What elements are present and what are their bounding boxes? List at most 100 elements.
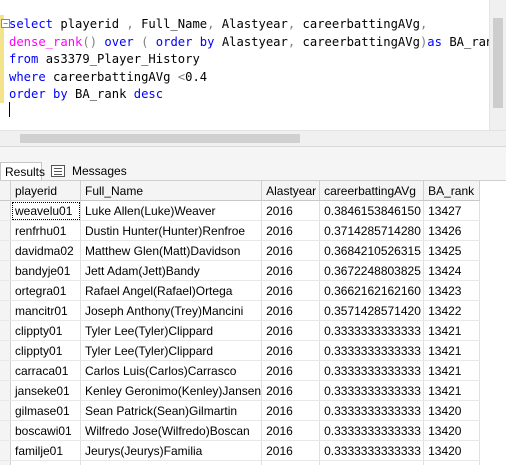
table-cell[interactable]: 13421 (424, 321, 480, 341)
table-cell[interactable]: weavelu01 (11, 201, 81, 221)
row-header[interactable] (0, 401, 11, 421)
table-row[interactable]: clippty01Tyler Lee(Tyler)Clippard20160.3… (0, 341, 480, 361)
code-line[interactable]: order by BA_rank desc (9, 86, 501, 104)
table-cell[interactable]: 2016 (262, 321, 320, 341)
table-cell[interactable]: Rafael Angel(Rafael)Ortega (81, 281, 262, 301)
table-cell[interactable]: Tyler Lee(Tyler)Clippard (81, 341, 262, 361)
table-cell[interactable]: 0.3333333333333 (320, 381, 424, 401)
table-cell[interactable]: bandyje01 (11, 261, 81, 281)
table-cell[interactable]: 13425 (424, 241, 480, 261)
table-cell[interactable]: clippty01 (11, 321, 81, 341)
table-cell[interactable]: Jeurys(Jeurys)Familia (81, 441, 262, 461)
table-cell[interactable]: davidma02 (11, 241, 81, 261)
table-cell[interactable]: 13420 (424, 421, 480, 441)
row-header[interactable] (0, 461, 11, 465)
table-row[interactable]: davidma02Matthew Glen(Matt)Davidson20160… (0, 241, 480, 261)
table-cell[interactable]: gilmase01 (11, 401, 81, 421)
table-cell[interactable]: Kenley Geronimo(Kenley)Jansen (81, 381, 262, 401)
table-cell[interactable]: 2016 (262, 341, 320, 361)
code-line[interactable]: dense_rank() over ( order by Alastyear, … (9, 34, 501, 52)
table-row[interactable]: gilmase01Sean Patrick(Sean)Gilmartin2016… (0, 401, 480, 421)
table-cell[interactable]: 2016 (262, 221, 320, 241)
table-cell[interactable]: renfrhu01 (11, 221, 81, 241)
grid-corner[interactable] (0, 181, 11, 201)
table-cell[interactable]: Matthew Glen(Matt)Davidson (81, 241, 262, 261)
table-cell[interactable]: 13421 (424, 341, 480, 361)
table-cell[interactable]: 2016 (262, 421, 320, 441)
table-row[interactable]: ortegra01Rafael Angel(Rafael)Ortega20160… (0, 281, 480, 301)
row-header[interactable] (0, 421, 11, 441)
table-cell[interactable]: 2016 (262, 301, 320, 321)
column-header[interactable]: BA_rank (424, 181, 480, 201)
table-cell[interactable]: 0.3333333333333 (320, 441, 424, 461)
table-cell[interactable]: 13423 (424, 281, 480, 301)
table-cell[interactable]: 0.3571428571420 (320, 301, 424, 321)
row-header[interactable] (0, 301, 11, 321)
table-cell[interactable]: ortegra01 (11, 281, 81, 301)
code-line[interactable]: select playerid , Full_Name, Alastyear, … (9, 16, 501, 34)
table-cell[interactable]: clippty01 (11, 341, 81, 361)
table-cell[interactable]: 13421 (424, 381, 480, 401)
column-header[interactable]: Alastyear (262, 181, 320, 201)
table-cell[interactable]: Sean Patrick(Sean)Gilmartin (81, 401, 262, 421)
table-cell[interactable]: 2016 (262, 281, 320, 301)
table-cell[interactable]: Luke Allen(Luke)Weaver (81, 201, 262, 221)
table-cell[interactable]: 2016 (262, 461, 320, 465)
table-cell[interactable]: Jett Adam(Jett)Bandy (81, 261, 262, 281)
table-cell[interactable]: Dustin Hunter(Hunter)Renfroe (81, 221, 262, 241)
table-cell[interactable]: boscawi01 (11, 421, 81, 441)
row-header[interactable] (0, 281, 11, 301)
sql-code[interactable]: select playerid , Full_Name, Alastyear, … (9, 16, 501, 104)
row-header[interactable] (0, 241, 11, 261)
table-row[interactable]: mancitr01Joseph Anthony(Trey)Mancini2016… (0, 301, 480, 321)
table-cell[interactable]: 0.3662162162160 (320, 281, 424, 301)
table-cell[interactable]: 0.3333333333333 (320, 361, 424, 381)
table-cell[interactable]: 2016 (262, 201, 320, 221)
table-cell[interactable]: mancitr01 (11, 301, 81, 321)
table-cell[interactable]: Tyler Lee(Tyler)Clippard (81, 321, 262, 341)
row-header[interactable] (0, 321, 11, 341)
tab-messages[interactable]: Messages (46, 162, 124, 181)
table-cell[interactable]: 13422 (424, 301, 480, 321)
table-cell[interactable]: 0.3333333333333 (320, 401, 424, 421)
results-grid[interactable]: playeridFull_NameAlastyearcareerbattingA… (0, 180, 506, 465)
table-row[interactable]: weavelu01Luke Allen(Luke)Weaver20160.384… (0, 201, 480, 221)
row-header[interactable] (0, 221, 11, 241)
column-header[interactable]: Full_Name (81, 181, 262, 201)
table-row[interactable]: carraca01Carlos Luis(Carlos)Carrasco2016… (0, 361, 480, 381)
table-cell[interactable]: 0.3333333333333 (320, 461, 424, 465)
table-cell[interactable]: 0.3333333333333 (320, 421, 424, 441)
row-header[interactable] (0, 341, 11, 361)
table-cell[interactable]: 0.3333333333333 (320, 321, 424, 341)
column-header[interactable]: careerbattingAVg (320, 181, 424, 201)
table-cell[interactable]: 13420 (424, 441, 480, 461)
table-cell[interactable]: 0.3714285714280 (320, 221, 424, 241)
row-header[interactable] (0, 201, 11, 221)
table-cell[interactable]: 13427 (424, 201, 480, 221)
table-row[interactable]: boscawi01Wilfredo Jose(Wilfredo)Boscan20… (0, 421, 480, 441)
table-cell[interactable]: 13426 (424, 221, 480, 241)
table-cell[interactable]: 13420 (424, 461, 480, 465)
tab-results[interactable]: Results (0, 162, 42, 181)
table-cell[interactable]: 0.3333333333333 (320, 341, 424, 361)
editor-horizontal-scrollbar[interactable] (0, 130, 506, 147)
table-cell[interactable]: Carlos Luis(Carlos)Carrasco (81, 361, 262, 381)
table-row[interactable]: bandyje01Jett Adam(Jett)Bandy20160.36722… (0, 261, 480, 281)
table-cell[interactable]: Wilfredo Jose(Wilfredo)Boscan (81, 421, 262, 441)
table-row[interactable]: riverti01Thomas Javier(T...)Rivera20160.… (0, 461, 480, 465)
table-cell[interactable]: Thomas Javier(T...)Rivera (81, 461, 262, 465)
table-cell[interactable]: janseke01 (11, 381, 81, 401)
row-header[interactable] (0, 381, 11, 401)
column-header[interactable]: playerid (11, 181, 81, 201)
table-cell[interactable]: riverti01 (11, 461, 81, 465)
table-cell[interactable]: 2016 (262, 261, 320, 281)
code-line[interactable]: where careerbattingAVg <0.4 (9, 69, 501, 87)
horizontal-scroll-thumb[interactable] (20, 134, 300, 143)
table-row[interactable]: janseke01Kenley Geronimo(Kenley)Jansen20… (0, 381, 480, 401)
sql-editor[interactable]: − select playerid , Full_Name, Alastyear… (0, 0, 506, 130)
table-cell[interactable]: 2016 (262, 381, 320, 401)
editor-vertical-scrollbar[interactable] (489, 0, 506, 130)
table-cell[interactable]: 13420 (424, 401, 480, 421)
table-cell[interactable]: familje01 (11, 441, 81, 461)
table-cell[interactable]: 0.3672248803825 (320, 261, 424, 281)
